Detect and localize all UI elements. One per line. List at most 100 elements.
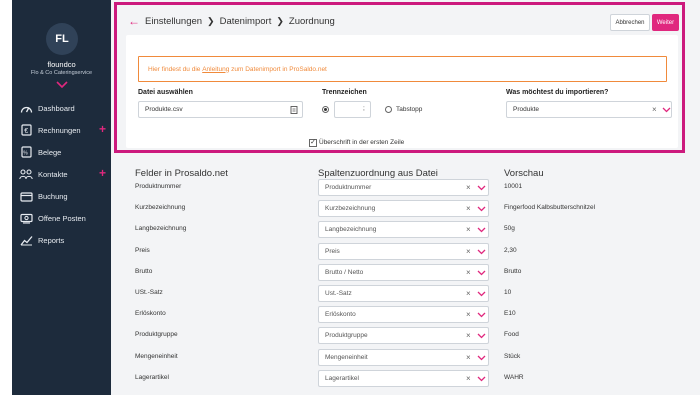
header-row-label: Überschrift in der ersten Zeile: [319, 139, 405, 146]
sidebar-item-buchung[interactable]: Buchung: [12, 185, 111, 207]
sidebar-item-label: Offene Posten: [38, 213, 86, 223]
chevron-down-icon[interactable]: [477, 312, 486, 318]
field-label: USt.-Satz: [135, 289, 163, 296]
sidebar-item-belege[interactable]: % Belege: [12, 141, 111, 163]
chevron-down-icon[interactable]: [477, 206, 486, 212]
chevron-down-icon[interactable]: [662, 107, 671, 113]
column-select[interactable]: Produktgruppe ×: [318, 327, 489, 345]
breadcrumb-item[interactable]: Einstellungen: [145, 16, 202, 27]
column-select[interactable]: Mengeneinheit ×: [318, 348, 489, 366]
sidebar: FL floundco Flo & Co Cateringservice Das…: [12, 0, 111, 395]
info-text: Hier findest du die: [148, 65, 201, 73]
field-label: Langbezeichnung: [135, 225, 187, 233]
sidebar-item-label: Buchung: [38, 191, 68, 201]
clear-icon[interactable]: ×: [466, 225, 471, 234]
preview-value: 10: [504, 289, 512, 296]
user-name: floundco: [47, 60, 76, 69]
field-label: Erlöskonto: [135, 310, 166, 318]
avatar[interactable]: FL: [46, 23, 78, 55]
next-button[interactable]: Weiter: [652, 14, 679, 31]
column-select[interactable]: Langbezeichnung ×: [318, 221, 489, 239]
breadcrumb-item[interactable]: Datenimport: [220, 16, 272, 27]
clear-icon[interactable]: ×: [466, 204, 471, 213]
add-contact-icon[interactable]: +: [99, 167, 106, 179]
sidebar-item-label: Reports: [38, 235, 65, 245]
column-select[interactable]: Ust.-Satz ×: [318, 285, 489, 302]
dashboard-icon: [19, 102, 33, 114]
field-label: Preis: [135, 246, 150, 254]
open-items-icon: [19, 212, 33, 224]
preview-value: E10: [504, 310, 516, 318]
cancel-button[interactable]: Abbrechen: [610, 14, 650, 31]
sidebar-item-dashboard[interactable]: Dashboard: [12, 97, 111, 119]
field-label: Brutto: [135, 267, 153, 275]
chevron-down-icon[interactable]: [477, 291, 486, 297]
chevron-down-icon[interactable]: [477, 185, 486, 191]
arrow-left-icon[interactable]: ←: [128, 14, 140, 28]
chevron-right-icon: ❯: [276, 15, 284, 26]
chevron-down-icon[interactable]: [477, 227, 486, 233]
separator-label: Trennzeichen: [322, 89, 367, 96]
sidebar-item-label: Rechnungen: [38, 125, 81, 135]
header-row-checkbox[interactable]: ✓: [309, 139, 317, 147]
preview-value: Food: [504, 331, 519, 339]
field-label: Kurzbezeichnung: [135, 204, 186, 212]
tab-option-label: Tabstopp: [396, 106, 423, 113]
column-select-value: Mengeneinheit: [325, 353, 368, 361]
field-label: Produktgruppe: [135, 331, 178, 339]
column-select-value: Erlöskonto: [325, 311, 356, 319]
chevron-down-icon[interactable]: [477, 376, 486, 382]
chevron-down-icon[interactable]: [477, 333, 486, 339]
svg-text:%: %: [23, 151, 28, 157]
sidebar-item-reports[interactable]: Reports: [12, 229, 111, 251]
receipt-icon: %: [19, 146, 33, 158]
column-select-value: Ust.-Satz: [325, 290, 352, 297]
clear-icon[interactable]: ×: [466, 310, 471, 319]
file-label: Datei auswählen: [138, 89, 193, 96]
separator-tab-radio[interactable]: [385, 106, 392, 113]
clear-icon[interactable]: ×: [466, 353, 471, 362]
reports-icon: [19, 234, 33, 246]
sidebar-item-kontakte[interactable]: Kontakte +: [12, 163, 111, 185]
invoice-icon: €: [19, 124, 33, 136]
chevron-down-icon[interactable]: [477, 249, 486, 255]
import-type-select[interactable]: Produkte ×: [506, 101, 672, 118]
sidebar-item-offene-posten[interactable]: Offene Posten: [12, 207, 111, 229]
guide-link[interactable]: Anleitung: [202, 66, 229, 73]
clear-icon[interactable]: ×: [466, 268, 471, 277]
contacts-icon: [19, 168, 33, 180]
separator-semicolon-radio[interactable]: [322, 106, 329, 113]
file-browse-icon[interactable]: [290, 106, 298, 114]
columns-header: Spaltenzuordnung aus Datei: [318, 168, 438, 179]
column-select[interactable]: Kurzbezeichnung ×: [318, 200, 489, 218]
chevron-down-icon[interactable]: [477, 355, 486, 361]
preview-value: 10001: [504, 183, 523, 190]
sidebar-item-label: Kontakte: [38, 169, 68, 179]
column-select[interactable]: Brutto / Netto ×: [318, 263, 489, 281]
sidebar-item-rechnungen[interactable]: € Rechnungen +: [12, 119, 111, 141]
add-invoice-icon[interactable]: +: [99, 123, 106, 135]
column-select[interactable]: Lagerartikel ×: [318, 369, 489, 387]
column-select-value: Produktgruppe: [325, 332, 368, 340]
clear-icon[interactable]: ×: [466, 289, 471, 298]
import-settings-card: Hier findest du die Anleitung zum Dateni…: [126, 35, 678, 148]
column-select[interactable]: Erlöskonto ×: [318, 306, 489, 324]
column-select-value: Kurzbezeichnung: [325, 205, 376, 213]
clear-icon[interactable]: ×: [466, 247, 471, 256]
chevron-down-icon[interactable]: [477, 270, 486, 276]
clear-icon[interactable]: ×: [652, 105, 657, 114]
booking-icon: [19, 190, 33, 202]
clear-icon[interactable]: ×: [466, 183, 471, 192]
file-input-value: Produkte.csv: [145, 106, 183, 113]
file-input[interactable]: Produkte.csv: [138, 101, 303, 118]
separator-input[interactable]: ;: [334, 101, 371, 118]
column-select[interactable]: Produktnummer ×: [318, 179, 489, 196]
info-text: zum Datenimport in ProSaldo.net: [231, 65, 327, 73]
chevron-down-icon[interactable]: [55, 79, 69, 89]
clear-icon[interactable]: ×: [466, 331, 471, 340]
window-edge: [0, 0, 12, 395]
preview-value: 50g: [504, 225, 515, 233]
column-select[interactable]: Preis ×: [318, 242, 489, 260]
breadcrumb: ← Einstellungen ❯ Datenimport ❯ Zuordnun…: [128, 14, 335, 28]
clear-icon[interactable]: ×: [466, 374, 471, 383]
